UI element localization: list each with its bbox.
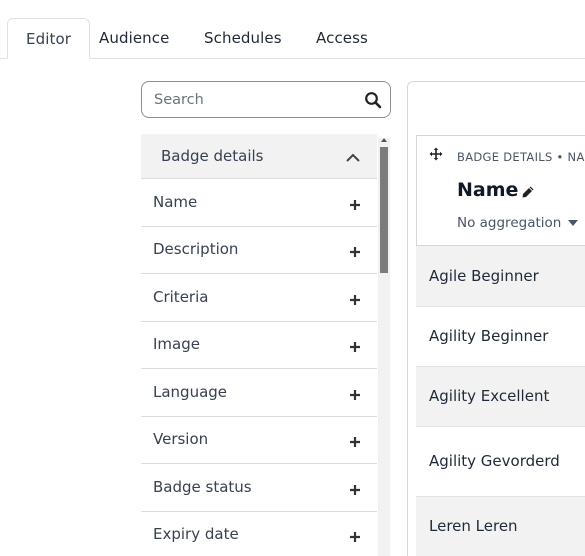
chevron-up-icon[interactable]	[345, 149, 361, 162]
plus-icon[interactable]	[349, 433, 361, 447]
table-row: Leren Leren	[416, 497, 585, 556]
plus-icon[interactable]	[349, 243, 361, 257]
field-item-criteria[interactable]: Criteria	[141, 274, 377, 322]
aggregation-select[interactable]: No aggregation	[457, 215, 561, 231]
field-item-label: Name	[153, 193, 198, 211]
field-item-label: Description	[153, 240, 239, 258]
column-title: Name	[457, 179, 519, 201]
search-input[interactable]	[154, 90, 354, 110]
column-breadcrumb: BADGE DETAILS • NA	[457, 150, 585, 164]
tab-audience[interactable]: Audience	[81, 18, 187, 59]
tab-bar: Editor Audience Schedules Access	[0, 0, 585, 59]
table-cell: Agility Gevorderd	[429, 452, 560, 470]
plus-icon[interactable]	[349, 291, 361, 305]
table-row: Agility Excellent	[416, 367, 585, 427]
field-item-label: Expiry date	[153, 525, 239, 543]
field-item-description[interactable]: Description	[141, 226, 377, 274]
table-row: Agility Beginner	[416, 307, 585, 367]
field-item-badge-status[interactable]: Badge status	[141, 464, 377, 512]
table-cell: Leren Leren	[429, 517, 518, 535]
table-row: Agile Beginner	[416, 246, 585, 307]
caret-down-icon[interactable]	[568, 220, 578, 226]
field-list-scrollbar[interactable]	[378, 138, 390, 556]
field-item-version[interactable]: Version	[141, 416, 377, 464]
table-cell: Agile Beginner	[429, 267, 539, 285]
table-row: Agility Gevorderd	[416, 427, 585, 497]
search-icon[interactable]	[364, 91, 382, 109]
search-box	[141, 81, 391, 118]
field-item-image[interactable]: Image	[141, 321, 377, 369]
field-item-expiry-date[interactable]: Expiry date	[141, 511, 377, 556]
plus-icon[interactable]	[349, 338, 361, 352]
move-icon[interactable]	[429, 146, 443, 161]
section-header-badge-details[interactable]: Badge details	[141, 134, 377, 179]
table-cell: Agility Excellent	[429, 387, 550, 405]
tab-access[interactable]: Access	[298, 18, 386, 59]
plus-icon[interactable]	[349, 528, 361, 542]
scroll-up-arrow-icon[interactable]	[381, 138, 387, 142]
field-item-label: Image	[153, 335, 200, 353]
plus-icon[interactable]	[349, 386, 361, 400]
plus-icon[interactable]	[349, 196, 361, 210]
pencil-icon[interactable]	[521, 184, 535, 198]
field-item-label: Version	[153, 430, 209, 448]
field-list: Badge details Name Description Criteria …	[141, 134, 377, 556]
field-item-language[interactable]: Language	[141, 369, 377, 417]
tab-editor[interactable]: Editor	[7, 18, 90, 59]
column-header-name[interactable]: BADGE DETAILS • NA Name No aggregation	[416, 135, 585, 246]
tab-schedules[interactable]: Schedules	[186, 18, 300, 59]
section-label: Badge details	[161, 147, 264, 165]
field-item-label: Criteria	[153, 288, 209, 306]
field-item-name[interactable]: Name	[141, 179, 377, 227]
table-cell: Agility Beginner	[429, 327, 549, 345]
field-item-label: Language	[153, 383, 228, 401]
scroll-thumb[interactable]	[380, 147, 388, 273]
field-item-label: Badge status	[153, 478, 252, 496]
plus-icon[interactable]	[349, 481, 361, 495]
